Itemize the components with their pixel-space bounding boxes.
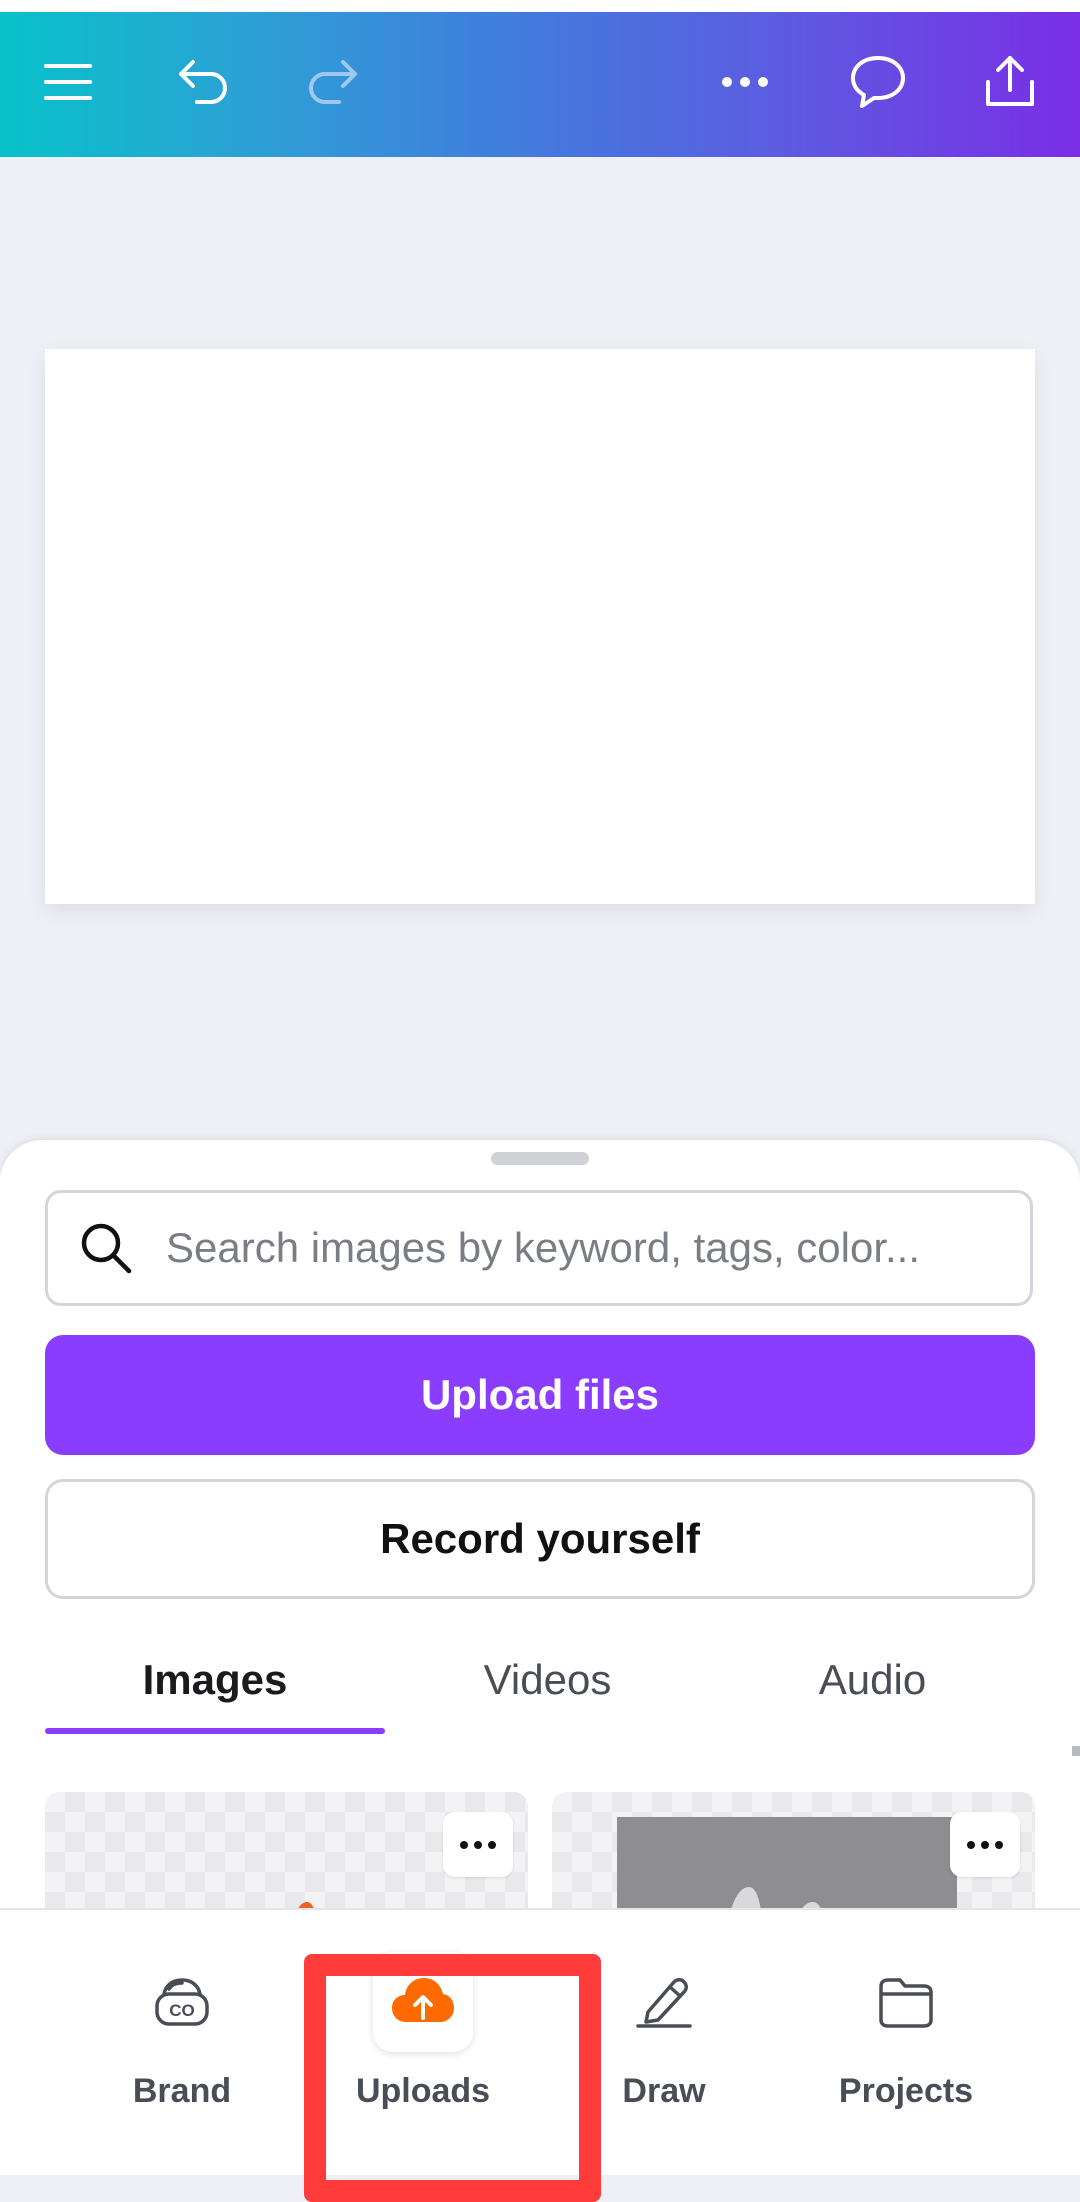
nav-icon-container: [614, 1952, 714, 2052]
menu-icon: [44, 64, 92, 100]
record-yourself-button[interactable]: Record yourself: [45, 1479, 1035, 1599]
redo-button[interactable]: [293, 42, 373, 122]
nav-label: Uploads: [355, 2072, 491, 2110]
share-icon: [986, 56, 1034, 106]
nav-label: Draw: [622, 2072, 706, 2110]
thumbnail-more-button[interactable]: [950, 1812, 1020, 1877]
nav-projects[interactable]: Projects: [786, 1910, 1026, 2150]
comment-icon: [851, 56, 905, 108]
more-options-button[interactable]: [705, 42, 785, 122]
active-tab-indicator: [45, 1728, 385, 1734]
status-strip: [0, 0, 1080, 12]
tab-videos[interactable]: Videos: [385, 1635, 710, 1725]
folder-icon: [879, 1978, 933, 2028]
comment-button[interactable]: [838, 42, 918, 122]
upload-files-button[interactable]: Upload files: [45, 1335, 1035, 1455]
pen-icon: [636, 1978, 692, 2028]
more-horizontal-icon: [460, 1840, 496, 1849]
design-page[interactable]: [45, 349, 1035, 904]
media-tabs: Images Videos Audio: [45, 1635, 1035, 1735]
tab-images[interactable]: Images: [45, 1635, 385, 1725]
nav-uploads[interactable]: Uploads: [303, 1910, 543, 2150]
search-icon: [81, 1223, 132, 1274]
search-bar[interactable]: [45, 1190, 1033, 1306]
nav-icon-container: [856, 1952, 956, 2052]
more-horizontal-icon: [722, 77, 768, 87]
search-input[interactable]: [164, 1223, 998, 1273]
nav-label: Brand: [132, 2072, 232, 2110]
undo-icon: [179, 60, 227, 104]
bottom-navigation: CO Brand Uploads Draw Projects: [0, 1908, 1080, 2175]
editor-topbar: [0, 12, 1080, 157]
menu-button[interactable]: [28, 42, 108, 122]
thumbnail-more-button[interactable]: [443, 1812, 513, 1877]
nav-brand[interactable]: CO Brand: [62, 1910, 302, 2150]
cloud-upload-icon: [392, 1978, 454, 2022]
undo-button[interactable]: [163, 42, 243, 122]
svg-text:CO: CO: [169, 2001, 195, 2020]
more-horizontal-icon: [967, 1840, 1003, 1849]
nav-icon-container: [373, 1952, 473, 2052]
panel-drag-handle[interactable]: [491, 1152, 589, 1165]
share-button[interactable]: [970, 42, 1050, 122]
redo-icon: [309, 60, 357, 104]
brand-icon: CO: [155, 1978, 209, 2026]
tab-audio[interactable]: Audio: [710, 1635, 1035, 1725]
nav-label: Projects: [838, 2072, 974, 2110]
design-canvas-area: [0, 157, 1080, 1157]
scrollbar[interactable]: [1072, 1746, 1080, 1756]
nav-draw[interactable]: Draw: [544, 1910, 784, 2150]
nav-icon-container: CO: [132, 1952, 232, 2052]
